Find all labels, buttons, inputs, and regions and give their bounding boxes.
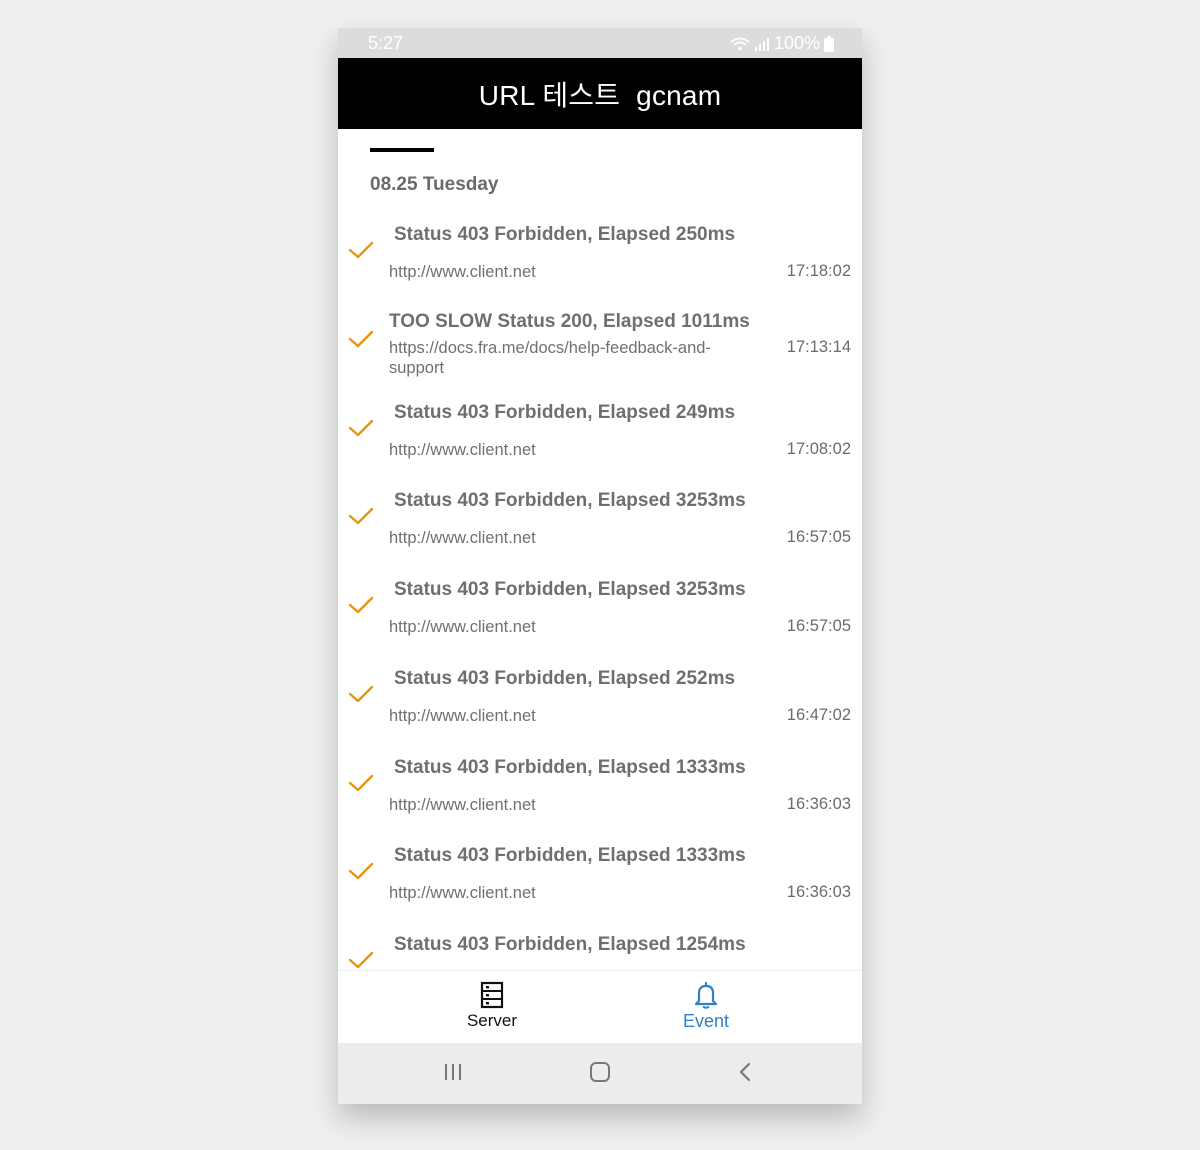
- app-header: URL 테스트 gcnam: [338, 58, 862, 129]
- event-url: http://www.client.net: [389, 795, 536, 814]
- status-time: 5:27: [368, 33, 404, 53]
- back-icon[interactable]: [736, 1061, 754, 1083]
- event-time: 17:08:02: [786, 439, 851, 458]
- phone-screen: 5:27 100% URL 테스트 gcnam 08.25 Tuesday St…: [338, 28, 862, 1104]
- event-time: 16:47:02: [786, 705, 851, 724]
- event-url: https://docs.fra.me/docs/help-feedback-a…: [389, 338, 711, 377]
- wifi-icon: [730, 37, 750, 50]
- event-item[interactable]: Status 403 Forbidden, Elapsed 1333ms htt…: [338, 835, 862, 924]
- signal-icon: [754, 37, 769, 51]
- event-title: Status 403 Forbidden, Elapsed 1254ms: [394, 934, 746, 955]
- event-item[interactable]: Status 403 Forbidden, Elapsed 249ms http…: [338, 392, 862, 481]
- date-header: 08.25 Tuesday: [370, 174, 499, 195]
- check-icon: [348, 685, 374, 702]
- check-icon: [348, 419, 374, 436]
- bell-icon: [694, 981, 718, 1009]
- event-time: 17:13:14: [786, 337, 851, 356]
- event-item[interactable]: Status 403 Forbidden, Elapsed 1254ms: [338, 924, 862, 970]
- battery-percent: 100%: [773, 33, 820, 53]
- event-item[interactable]: Status 403 Forbidden, Elapsed 1333ms htt…: [338, 747, 862, 836]
- server-icon: [480, 981, 504, 1009]
- event-list[interactable]: Status 403 Forbidden, Elapsed 250ms http…: [338, 214, 862, 970]
- nav-server-label: Server: [466, 1011, 518, 1030]
- event-time: 16:36:03: [786, 883, 851, 902]
- nav-event-label: Event: [682, 1011, 730, 1031]
- recents-icon[interactable]: [442, 1061, 464, 1083]
- event-time: 16:57:05: [786, 617, 851, 635]
- event-time: 17:18:02: [786, 262, 851, 280]
- status-bar: 5:27 100%: [338, 28, 862, 58]
- battery-icon: [824, 35, 834, 52]
- system-nav-bar: [338, 1043, 862, 1104]
- event-title: TOO SLOW Status 200, Elapsed 1011ms: [389, 310, 750, 332]
- event-item[interactable]: Status 403 Forbidden, Elapsed 3253ms htt…: [338, 569, 862, 658]
- event-title: Status 403 Forbidden, Elapsed 249ms: [394, 401, 736, 423]
- home-icon[interactable]: [588, 1061, 612, 1083]
- bottom-nav: Server Event: [338, 970, 862, 1044]
- check-icon: [348, 241, 374, 259]
- event-title: Status 403 Forbidden, Elapsed 250ms: [394, 224, 736, 245]
- event-title: Status 403 Forbidden, Elapsed 252ms: [394, 667, 736, 689]
- check-icon: [348, 330, 374, 347]
- event-title: Status 403 Forbidden, Elapsed 3253ms: [394, 490, 746, 512]
- check-icon: [348, 596, 374, 614]
- event-url: http://www.client.net: [389, 618, 536, 636]
- event-title: Status 403 Forbidden, Elapsed 3253ms: [394, 579, 746, 600]
- event-url: http://www.client.net: [389, 706, 536, 725]
- event-title: Status 403 Forbidden, Elapsed 1333ms: [394, 845, 746, 867]
- event-title: Status 403 Forbidden, Elapsed 1333ms: [394, 756, 746, 778]
- nav-event-tab[interactable]: Event: [636, 981, 776, 1032]
- status-indicators: 100%: [730, 33, 834, 54]
- check-icon: [348, 508, 374, 525]
- event-url: http://www.client.net: [389, 263, 536, 281]
- event-url: http://www.client.net: [389, 884, 536, 903]
- event-url: http://www.client.net: [389, 529, 536, 548]
- event-url: http://www.client.net: [389, 440, 536, 459]
- tab-indicator: [370, 148, 434, 152]
- check-icon: [348, 774, 374, 791]
- event-item[interactable]: Status 403 Forbidden, Elapsed 3253ms htt…: [338, 480, 862, 569]
- event-time: 16:36:03: [786, 794, 851, 813]
- check-icon: [348, 951, 374, 969]
- nav-server-tab[interactable]: Server: [422, 981, 562, 1031]
- app-title: URL 테스트 gcnam: [478, 79, 722, 111]
- check-icon: [348, 863, 374, 880]
- event-item[interactable]: TOO SLOW Status 200, Elapsed 1011ms http…: [338, 303, 862, 392]
- event-item[interactable]: Status 403 Forbidden, Elapsed 252ms http…: [338, 658, 862, 747]
- event-time: 16:57:05: [786, 528, 851, 547]
- event-item[interactable]: Status 403 Forbidden, Elapsed 250ms http…: [338, 214, 862, 303]
